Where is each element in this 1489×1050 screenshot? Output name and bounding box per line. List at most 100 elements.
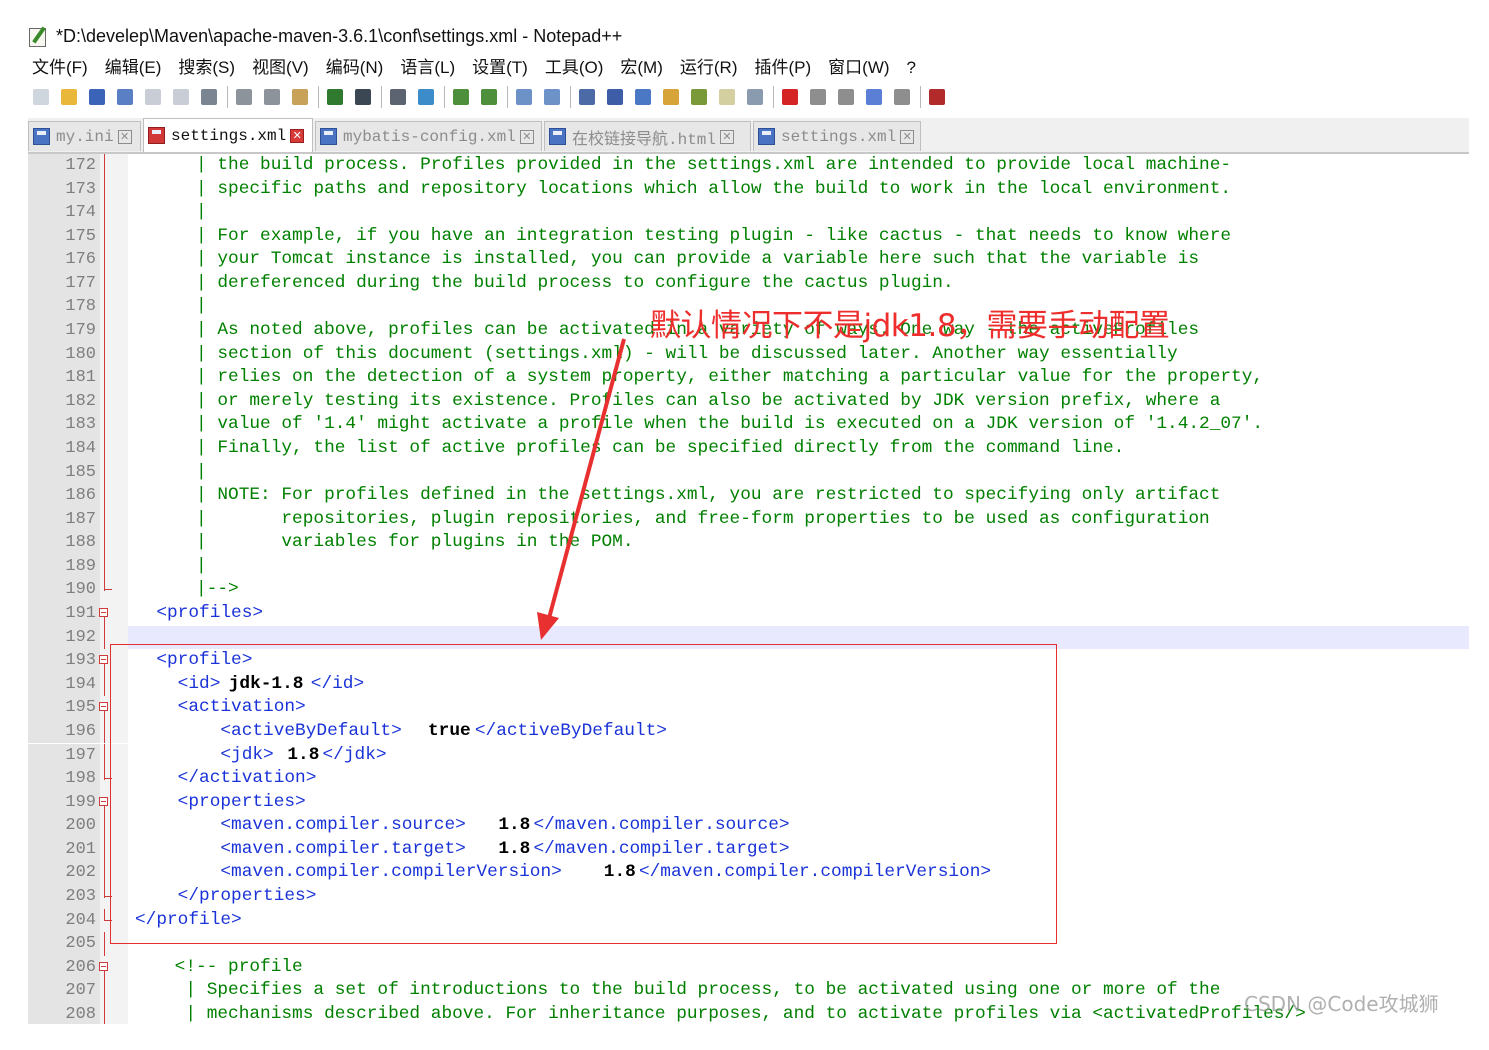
zoom-in-icon[interactable] xyxy=(450,86,472,108)
menu-item[interactable]: 宏(M) xyxy=(620,56,662,80)
code-line[interactable]: 199 <properties> xyxy=(28,790,1469,815)
code-line[interactable]: 192 xyxy=(28,625,1469,650)
menu-item[interactable]: 编码(N) xyxy=(326,56,384,80)
tab-close-icon[interactable]: ✕ xyxy=(900,129,915,144)
code-line[interactable]: 194 <id> jdk-1.8 </id> xyxy=(28,672,1469,697)
menu-item[interactable]: 语言(L) xyxy=(400,56,455,80)
new-file-icon[interactable] xyxy=(30,86,52,108)
code-line[interactable]: 197 <jdk> 1.8 </jdk> xyxy=(28,743,1469,768)
tab[interactable]: mybatis-config.xml ✕ xyxy=(315,121,542,151)
menu-item[interactable]: 视图(V) xyxy=(252,56,309,80)
code-line[interactable]: 188 | variables for plugins in the POM. xyxy=(28,531,1469,555)
fold-margin[interactable] xyxy=(99,696,128,720)
code-line[interactable]: 173 | specific paths and repository loca… xyxy=(28,177,1469,202)
show-all-chars-icon[interactable] xyxy=(604,86,626,108)
menu-item[interactable]: 文件(F) xyxy=(32,56,88,80)
stop-record-icon[interactable] xyxy=(807,86,829,108)
code-line[interactable]: 187 | repositories, plugin repositories,… xyxy=(28,507,1469,532)
spellcheck-icon[interactable] xyxy=(926,86,948,108)
tab[interactable]: my.ini ✕ xyxy=(28,121,141,151)
code-line[interactable]: 180 | section of this document (settings… xyxy=(28,342,1469,367)
find-icon[interactable] xyxy=(387,86,409,108)
menu-item[interactable]: 设置(T) xyxy=(472,56,528,80)
menu-item[interactable]: 工具(O) xyxy=(545,56,604,80)
doc-map-icon[interactable] xyxy=(660,86,682,108)
code-line[interactable]: 205 xyxy=(28,932,1469,956)
code-line[interactable]: 172 | the build process. Profiles provid… xyxy=(28,154,1469,178)
save-all-icon[interactable] xyxy=(114,86,136,108)
fold-margin[interactable] xyxy=(99,602,128,626)
code-line[interactable]: 181 | relies on the detection of a syste… xyxy=(28,366,1469,390)
code-line[interactable]: 193 <profile> xyxy=(28,649,1469,673)
function-list-icon[interactable] xyxy=(688,86,710,108)
replace-icon[interactable] xyxy=(415,86,437,108)
code-line[interactable]: 191 <profiles> xyxy=(28,602,1469,626)
tab-close-icon[interactable]: ✕ xyxy=(117,129,132,144)
close-icon[interactable] xyxy=(142,86,164,108)
code-line[interactable]: 174 | xyxy=(28,201,1469,225)
zoom-out-icon[interactable] xyxy=(478,86,500,108)
tab-close-icon[interactable]: ✕ xyxy=(290,128,305,143)
code-line[interactable]: 203 </properties> xyxy=(28,884,1469,909)
fold-margin[interactable] xyxy=(99,790,128,815)
fold-margin[interactable] xyxy=(99,955,128,980)
menu-item[interactable]: 编辑(E) xyxy=(105,56,162,80)
code-line[interactable]: 196 <activeByDefault> true </activeByDefau… xyxy=(28,719,1469,744)
menu-item[interactable]: 搜索(S) xyxy=(178,56,235,80)
run-macro-multiple-icon[interactable] xyxy=(863,86,885,108)
paste-icon[interactable] xyxy=(289,86,311,108)
menu-item[interactable]: 运行(R) xyxy=(680,56,738,80)
code-line[interactable]: 195 <activation> xyxy=(28,696,1469,720)
line-number: 172 xyxy=(28,154,100,178)
fold-margin[interactable] xyxy=(99,649,128,673)
menu-item[interactable]: ? xyxy=(907,56,916,80)
fold-toggle-icon[interactable] xyxy=(99,702,108,712)
code-line[interactable]: 176 | your Tomcat instance is installed,… xyxy=(28,248,1469,272)
code-line[interactable]: 204 </profile> xyxy=(28,908,1469,933)
code-line[interactable]: 175 | For example, if you have an integr… xyxy=(28,224,1469,249)
sync-vertical-icon[interactable] xyxy=(513,86,535,108)
indent-guide-icon[interactable] xyxy=(632,86,654,108)
copy-icon[interactable] xyxy=(261,86,283,108)
code-line[interactable]: 177 | dereferenced during the build proc… xyxy=(28,271,1469,296)
folder-workspace-icon[interactable] xyxy=(716,86,738,108)
sync-horizontal-icon[interactable] xyxy=(541,86,563,108)
undo-icon[interactable] xyxy=(324,86,346,108)
fold-toggle-icon[interactable] xyxy=(99,961,108,971)
tab[interactable]: settings.xml ✕ xyxy=(753,121,921,151)
menu-item[interactable]: 窗口(W) xyxy=(828,56,889,80)
code-line[interactable]: 200 <maven.compiler.source> 1.8 </maven.co… xyxy=(28,814,1469,838)
redo-icon[interactable] xyxy=(352,86,374,108)
record-macro-icon[interactable] xyxy=(779,86,801,108)
code-line[interactable]: 190 |--> xyxy=(28,578,1469,603)
fold-toggle-icon[interactable] xyxy=(99,655,108,665)
tab[interactable]: 在校链接导航.html ✕ xyxy=(544,121,751,151)
code-line[interactable]: 182 | or merely testing its existence. P… xyxy=(28,389,1469,414)
code-line[interactable]: 185 | xyxy=(28,460,1469,485)
save-macro-icon[interactable] xyxy=(891,86,913,108)
close-all-icon[interactable] xyxy=(170,86,192,108)
code-line[interactable]: 202 <maven.compiler.compilerVersion> 1.8 <… xyxy=(28,861,1469,885)
code-line[interactable]: 186 | NOTE: For profiles defined in the … xyxy=(28,484,1469,508)
menu-item[interactable]: 插件(P) xyxy=(754,56,811,80)
tab[interactable]: settings.xml ✕ xyxy=(143,118,313,152)
save-icon[interactable] xyxy=(86,86,108,108)
open-file-icon[interactable] xyxy=(58,86,80,108)
code-line[interactable]: 184 | Finally, the list of active profil… xyxy=(28,436,1469,461)
code-line[interactable]: 206 <!-- profile xyxy=(28,955,1469,980)
fold-toggle-icon[interactable] xyxy=(99,796,108,806)
print-icon[interactable] xyxy=(198,86,220,108)
xml-tag: </activeByDefault> xyxy=(474,720,667,741)
play-macro-icon[interactable] xyxy=(835,86,857,108)
cut-icon[interactable] xyxy=(233,86,255,108)
monitor-icon[interactable] xyxy=(744,86,766,108)
tab-close-icon[interactable]: ✕ xyxy=(519,129,534,144)
code-line[interactable]: 189 | xyxy=(28,554,1469,579)
word-wrap-icon[interactable] xyxy=(576,86,598,108)
code-line[interactable]: 201 <maven.compiler.target> 1.8 </maven.co… xyxy=(28,837,1469,862)
code-line[interactable]: 183 | value of '1.4' might activate a pr… xyxy=(28,413,1469,437)
code-editor[interactable]: 172 | the build process. Profiles provid… xyxy=(28,154,1469,1024)
code-line[interactable]: 198 </activation> xyxy=(28,767,1469,791)
fold-toggle-icon[interactable] xyxy=(99,608,108,618)
tab-close-icon[interactable]: ✕ xyxy=(720,129,735,144)
